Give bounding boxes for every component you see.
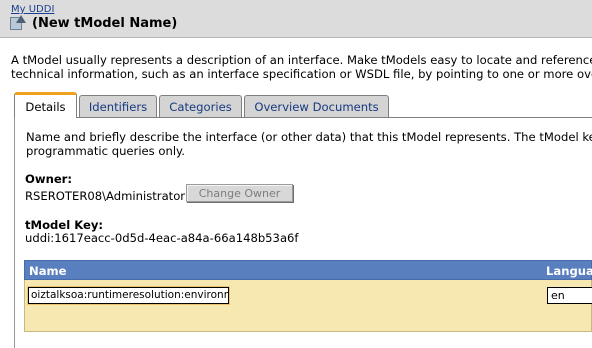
change-owner-button[interactable]: Change Owner: [186, 184, 293, 202]
tab-categories[interactable]: Categories: [159, 95, 242, 117]
description-line: Name and briefly describe the interface …: [26, 130, 592, 144]
intro-text: A tModel usually represents a descriptio…: [11, 53, 592, 81]
tab-overview-documents[interactable]: Overview Documents: [244, 95, 389, 117]
name-table: Name Langua oiztalksoa:runtimeresolution…: [24, 260, 592, 332]
tab-identifiers[interactable]: Identifiers: [79, 95, 157, 117]
owner-label: Owner:: [25, 172, 73, 186]
intro-line: technical information, such as an interf…: [11, 67, 592, 81]
tmodel-icon: [10, 15, 26, 31]
page-title: (New tModel Name): [32, 15, 178, 31]
tab-divider: [14, 117, 592, 118]
page-header: My UDDI (New tModel Name): [0, 0, 592, 38]
description-line: programmatic queries only.: [26, 144, 185, 158]
tmodel-key-value: uddi:1617eacc-0d5d-4eac-a84a-66a148b53a6…: [25, 231, 299, 245]
panel-border: [14, 117, 15, 348]
name-table-header: Name Langua: [24, 260, 592, 280]
details-description: Name and briefly describe the interface …: [26, 130, 592, 158]
title-row: (New tModel Name): [10, 15, 177, 31]
table-row: oiztalksoa:runtimeresolution:environment…: [24, 280, 592, 332]
tab-details[interactable]: Details: [14, 92, 77, 118]
owner-value: RSEROTER08\Administrator: [25, 189, 186, 203]
column-header-name: Name: [29, 264, 67, 278]
intro-line: A tModel usually represents a descriptio…: [11, 53, 592, 67]
tmodel-key-label: tModel Key:: [25, 218, 104, 232]
column-header-language: Langua: [546, 264, 592, 278]
language-input[interactable]: en: [547, 287, 592, 304]
tmodel-name-input[interactable]: oiztalksoa:runtimeresolution:environment: [28, 287, 229, 304]
breadcrumb-my-uddi[interactable]: My UDDI: [11, 4, 54, 15]
